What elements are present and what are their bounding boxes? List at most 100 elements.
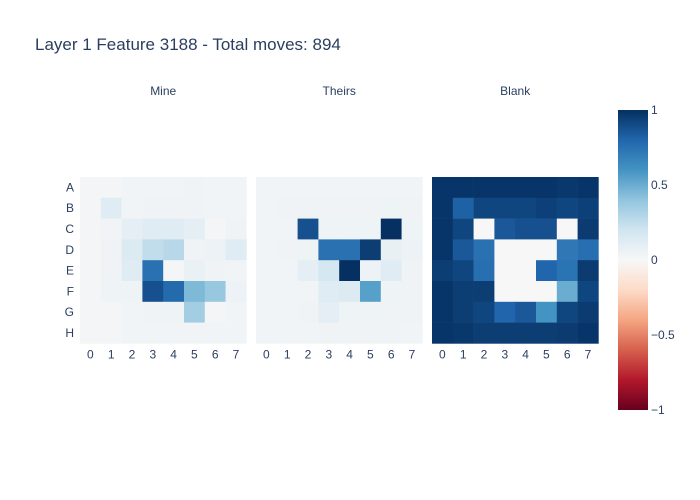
- heatmap-cell: [515, 239, 537, 261]
- heatmap-cell: [100, 260, 122, 282]
- heatmap-cell: [100, 177, 122, 199]
- heatmap-cell: [184, 239, 206, 261]
- heatmap-cell: [297, 218, 319, 240]
- heatmap-cell: [339, 239, 361, 261]
- heatmap-cell: [515, 260, 537, 282]
- heatmap-cell: [142, 301, 164, 323]
- heatmap-cell: [556, 260, 578, 282]
- heatmap-cell: [339, 322, 361, 344]
- heatmap-cell: [121, 177, 143, 199]
- heatmap-cell: [256, 322, 278, 344]
- heatmap-cell: [380, 322, 402, 344]
- heatmap-cell: [204, 281, 226, 303]
- heatmap-cell: [142, 218, 164, 240]
- heatmap-cell: [276, 281, 298, 303]
- heatmap-cell: [494, 322, 516, 344]
- heatmap-cell: [318, 260, 340, 282]
- heatmap-cell: [225, 281, 247, 303]
- heatmap-cell: [536, 281, 558, 303]
- heatmap-cell: [432, 197, 454, 219]
- heatmap-cell: [536, 197, 558, 219]
- heatmap-cell: [339, 177, 361, 199]
- heatmap-cell: [297, 281, 319, 303]
- heatmap-cell: [452, 301, 474, 323]
- heatmap-cell: [452, 177, 474, 199]
- heatmap-cell: [318, 301, 340, 323]
- heatmap-cell: [577, 239, 599, 261]
- heatmap-cell: [256, 301, 278, 323]
- heatmap-cell: [556, 218, 578, 240]
- y-tick-label: D: [65, 243, 74, 257]
- heatmap-cell: [380, 281, 402, 303]
- heatmap-cell: [473, 177, 495, 199]
- heatmap-cell: [121, 197, 143, 219]
- heatmap-cell: [577, 260, 599, 282]
- heatmap-cell: [452, 281, 474, 303]
- heatmap-cell: [225, 301, 247, 323]
- heatmap-cell: [297, 239, 319, 261]
- heatmap-cell: [401, 281, 423, 303]
- heatmap-cell: [225, 218, 247, 240]
- x-tick-label: 5: [191, 347, 198, 361]
- x-tick-label: 1: [108, 347, 115, 361]
- heatmap-cell: [515, 322, 537, 344]
- heatmap-cell: [100, 239, 122, 261]
- heatmap-cell: [225, 260, 247, 282]
- x-tick-label: 2: [481, 347, 488, 361]
- subplot-title: Theirs: [323, 84, 356, 98]
- heatmap-cell: [360, 197, 382, 219]
- colorbar-tick-label: 0: [651, 253, 658, 267]
- heatmap-cell: [473, 260, 495, 282]
- heatmap-cell: [80, 301, 102, 323]
- heatmap-cell: [494, 281, 516, 303]
- x-tick-label: 3: [501, 347, 508, 361]
- heatmap-cell: [142, 197, 164, 219]
- heatmap-cell: [80, 177, 102, 199]
- heatmap-cell: [401, 322, 423, 344]
- heatmap-cell: [360, 281, 382, 303]
- x-tick-label: 3: [325, 347, 332, 361]
- heatmap-cell: [401, 177, 423, 199]
- heatmap-cell: [494, 239, 516, 261]
- heatmap-cell: [276, 197, 298, 219]
- heatmap-panel-theirs: Theirs 0 1 2 3 4 5 6 7: [256, 84, 423, 361]
- heatmap-cell: [536, 260, 558, 282]
- heatmap-cell: [80, 322, 102, 344]
- heatmap-cell: [121, 281, 143, 303]
- colorbar-tick-label: −0.5: [651, 328, 675, 342]
- heatmap-cell: [121, 260, 143, 282]
- heatmap-cell: [473, 239, 495, 261]
- heatmap-cell: [256, 177, 278, 199]
- heatmap-cell: [473, 218, 495, 240]
- heatmap-cell: [556, 281, 578, 303]
- heatmap-cell: [80, 218, 102, 240]
- heatmap-cell: [142, 322, 164, 344]
- heatmap-cell: [360, 218, 382, 240]
- heatmap-cell: [256, 239, 278, 261]
- heatmap-cell: [432, 218, 454, 240]
- heatmap-cell: [318, 281, 340, 303]
- heatmap-cell: [432, 239, 454, 261]
- heatmap-cell: [204, 322, 226, 344]
- heatmap-cell: [339, 301, 361, 323]
- heatmap-cell: [142, 260, 164, 282]
- x-tick-label: 6: [212, 347, 219, 361]
- heatmap-cell: [163, 281, 185, 303]
- heatmap-cell: [401, 260, 423, 282]
- heatmap-cell: [577, 177, 599, 199]
- heatmap-cell: [556, 197, 578, 219]
- heatmap-cell: [515, 281, 537, 303]
- heatmap-cell: [432, 322, 454, 344]
- heatmap-cell: [318, 239, 340, 261]
- heatmap-cell: [256, 218, 278, 240]
- x-tick-label: 0: [263, 347, 270, 361]
- heatmap-panels: Mine0 1 2 3 4 5 6 7Theirs0 1 2 3 4 5 6 7Blank0 1 2 3 4 5 6 7A…: [65, 84, 599, 361]
- heatmap-cell: [100, 218, 122, 240]
- x-tick-label: 3: [149, 347, 156, 361]
- heatmap-cell: [432, 301, 454, 323]
- heatmap-cell: [276, 322, 298, 344]
- heatmap-cell: [494, 260, 516, 282]
- y-tick-label: G: [65, 305, 74, 319]
- heatmap-cell: [318, 197, 340, 219]
- heatmap-cell: [494, 301, 516, 323]
